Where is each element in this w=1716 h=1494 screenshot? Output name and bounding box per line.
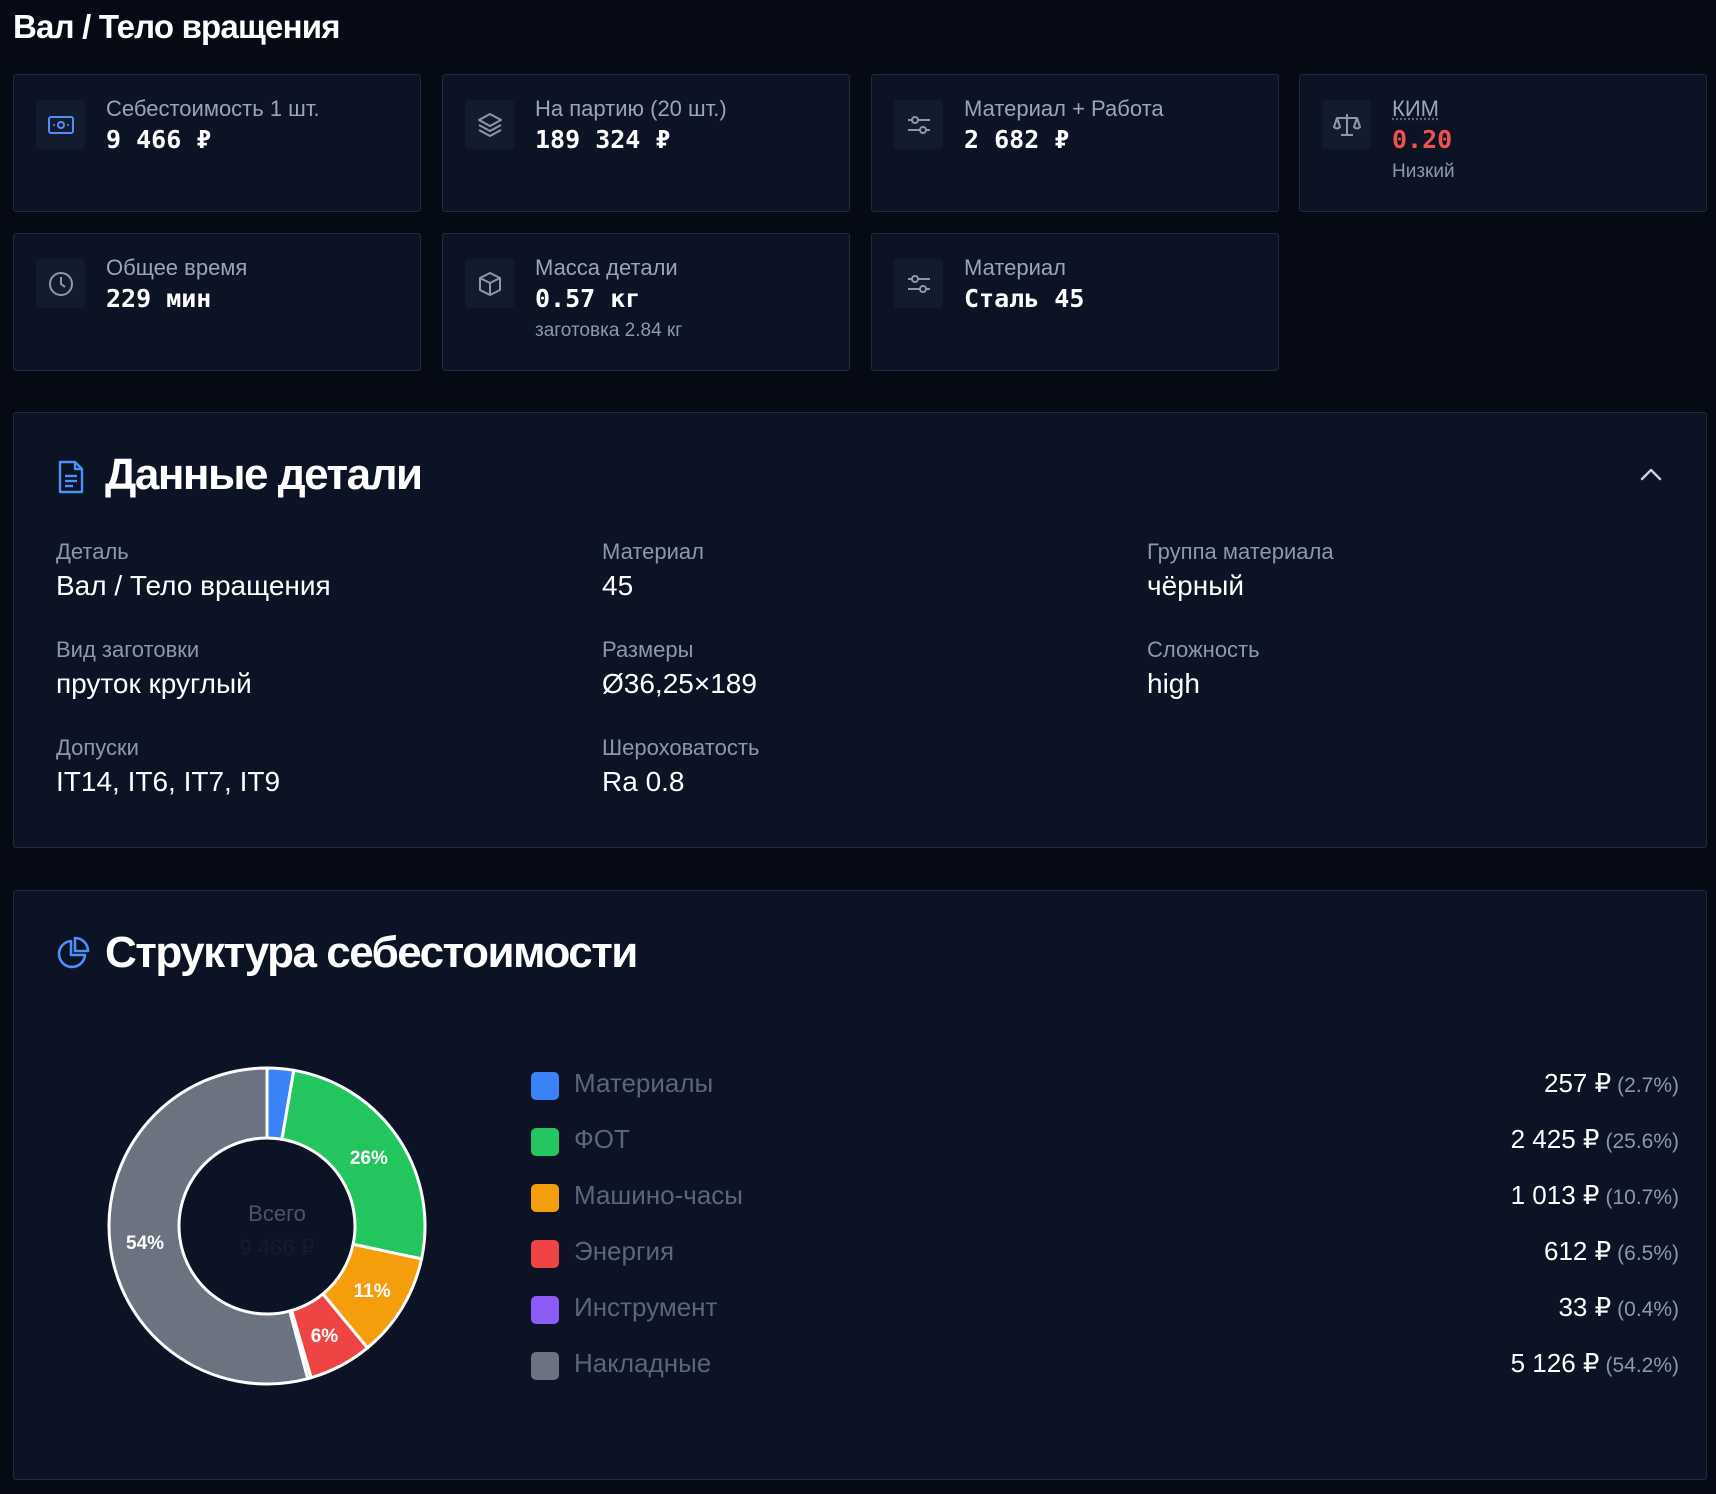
legend-amount: 1 013 ₽ (10.7%) bbox=[1511, 1180, 1679, 1211]
field-label-material: Материал bbox=[602, 539, 704, 564]
field-value-dimensions: Ø36,25×189 bbox=[602, 668, 757, 699]
card-label: Общее время bbox=[106, 255, 248, 280]
field-label-part: Деталь bbox=[56, 539, 129, 564]
card-label: Себестоимость 1 шт. bbox=[106, 96, 320, 121]
field-label-dimensions: Размеры bbox=[602, 637, 694, 662]
card-label: Материал + Работа bbox=[964, 96, 1164, 121]
legend-percent: (0.4%) bbox=[1617, 1298, 1679, 1321]
donut-center-label: Всего bbox=[248, 1201, 306, 1226]
card-value: 0.20 bbox=[1392, 125, 1453, 154]
card-batch-cost: На партию (20 шт.) 189 324 ₽ bbox=[442, 74, 850, 212]
card-kim: КИМ 0.20 Низкий bbox=[1299, 74, 1707, 212]
legend-percent: (2.7%) bbox=[1617, 1074, 1679, 1097]
donut-slice-label-5: 54% bbox=[126, 1233, 164, 1254]
donut-slice-label-1: 26% bbox=[350, 1148, 388, 1169]
card-value: Сталь 45 bbox=[964, 284, 1085, 313]
legend-row[interactable]: ФОТ 2 425 ₽ (25.6%) bbox=[531, 1121, 1679, 1161]
sliders-icon bbox=[894, 259, 943, 308]
legend-swatch bbox=[531, 1128, 559, 1156]
legend-label: Материалы bbox=[574, 1068, 714, 1098]
field-value-material-group: чёрный bbox=[1147, 570, 1244, 601]
cost-structure-panel: Структура себестоимости 26% 11% 6% 54% Всег… bbox=[13, 890, 1707, 1480]
field-value-roughness: Ra 0.8 bbox=[602, 766, 685, 797]
card-value: 9 466 ₽ bbox=[106, 125, 212, 154]
page-title: Вал / Тело вращения bbox=[13, 8, 340, 45]
legend-label: Инструмент bbox=[574, 1292, 718, 1322]
layers-icon bbox=[465, 100, 514, 149]
sliders-icon bbox=[894, 100, 943, 149]
card-value: 0.57 кг bbox=[535, 284, 641, 313]
donut-slice-label-2: 11% bbox=[354, 1281, 391, 1302]
legend-label: Машино-часы bbox=[574, 1180, 743, 1210]
pie-chart-icon bbox=[56, 936, 90, 970]
legend-swatch bbox=[531, 1352, 559, 1380]
field-label-roughness: Шероховатость bbox=[602, 735, 760, 760]
card-part-mass: Масса детали 0.57 кг заготовка 2.84 кг bbox=[442, 233, 850, 371]
legend-swatch bbox=[531, 1240, 559, 1268]
card-value: 189 324 ₽ bbox=[535, 125, 671, 154]
donut-center-value: 9 466 ₽ bbox=[239, 1235, 315, 1260]
legend-amount: 612 ₽ (6.5%) bbox=[1544, 1236, 1679, 1267]
card-unit-cost: Себестоимость 1 шт. 9 466 ₽ bbox=[13, 74, 421, 212]
clock-icon bbox=[36, 259, 85, 308]
field-label-blank-type: Вид заготовки bbox=[56, 637, 200, 662]
field-value-complexity: high bbox=[1147, 668, 1200, 699]
legend-percent: (54.2%) bbox=[1605, 1354, 1679, 1377]
field-label-tolerances: Допуски bbox=[56, 735, 139, 760]
donut-slice-label-3: 6% bbox=[311, 1326, 339, 1347]
details-panel: Данные детали Деталь Вал / Тело вращения… bbox=[13, 412, 1707, 848]
legend-amount-value: 257 ₽ bbox=[1543, 1068, 1612, 1098]
legend-label: ФОТ bbox=[574, 1124, 630, 1154]
legend-amount: 2 425 ₽ (25.6%) bbox=[1511, 1124, 1679, 1155]
banknote-icon bbox=[36, 100, 85, 149]
card-label: КИМ bbox=[1392, 96, 1439, 121]
chevron-up-icon[interactable] bbox=[1637, 463, 1665, 487]
legend-amount-value: 1 013 ₽ bbox=[1510, 1180, 1600, 1210]
card-value: 2 682 ₽ bbox=[964, 125, 1070, 154]
card-label: На партию (20 шт.) bbox=[535, 96, 727, 121]
legend-row[interactable]: Энергия 612 ₽ (6.5%) bbox=[531, 1233, 1679, 1273]
legend-swatch bbox=[531, 1184, 559, 1212]
field-value-material: 45 bbox=[602, 570, 634, 601]
card-material: Материал Сталь 45 bbox=[871, 233, 1279, 371]
legend-amount-value: 612 ₽ bbox=[1543, 1236, 1612, 1266]
field-value-blank-type: пруток круглый bbox=[56, 668, 252, 699]
legend-swatch bbox=[531, 1072, 559, 1100]
field-label-material-group: Группа материала bbox=[1147, 539, 1334, 564]
legend-amount: 33 ₽ (0.4%) bbox=[1558, 1292, 1679, 1323]
card-material-work: Материал + Работа 2 682 ₽ bbox=[871, 74, 1279, 212]
card-total-time: Общее время 229 мин bbox=[13, 233, 421, 371]
legend-percent: (10.7%) bbox=[1605, 1186, 1679, 1209]
card-label: Материал bbox=[964, 255, 1066, 280]
legend-label: Накладные bbox=[574, 1348, 712, 1378]
legend-amount-value: 5 126 ₽ bbox=[1510, 1348, 1600, 1378]
legend-percent: (6.5%) bbox=[1617, 1242, 1679, 1265]
details-title: Данные детали bbox=[105, 450, 423, 499]
legend-amount: 257 ₽ (2.7%) bbox=[1544, 1068, 1679, 1099]
field-value-tolerances: IT14, IT6, IT7, IT9 bbox=[56, 766, 281, 797]
legend-swatch bbox=[531, 1296, 559, 1324]
legend-row[interactable]: Машино-часы 1 013 ₽ (10.7%) bbox=[531, 1177, 1679, 1217]
scale-icon bbox=[1322, 100, 1371, 149]
card-sub: Низкий bbox=[1392, 161, 1455, 182]
document-icon bbox=[57, 460, 85, 494]
field-label-complexity: Сложность bbox=[1147, 637, 1260, 662]
field-value-part: Вал / Тело вращения bbox=[56, 570, 331, 601]
legend-percent: (25.6%) bbox=[1605, 1130, 1679, 1153]
legend-row[interactable]: Материалы 257 ₽ (2.7%) bbox=[531, 1065, 1679, 1105]
legend-label: Энергия bbox=[574, 1236, 675, 1266]
legend-amount: 5 126 ₽ (54.2%) bbox=[1511, 1348, 1679, 1379]
legend-row[interactable]: Инструмент 33 ₽ (0.4%) bbox=[531, 1289, 1679, 1329]
card-label: Масса детали bbox=[535, 255, 678, 280]
legend-amount-value: 2 425 ₽ bbox=[1510, 1124, 1600, 1154]
box-icon bbox=[465, 259, 514, 308]
card-sub: заготовка 2.84 кг bbox=[535, 320, 683, 341]
legend-row[interactable]: Накладные 5 126 ₽ (54.2%) bbox=[531, 1345, 1679, 1385]
cost-structure-title: Структура себестоимости bbox=[105, 928, 638, 977]
legend-amount-value: 33 ₽ bbox=[1558, 1292, 1612, 1322]
card-value: 229 мин bbox=[106, 284, 212, 313]
